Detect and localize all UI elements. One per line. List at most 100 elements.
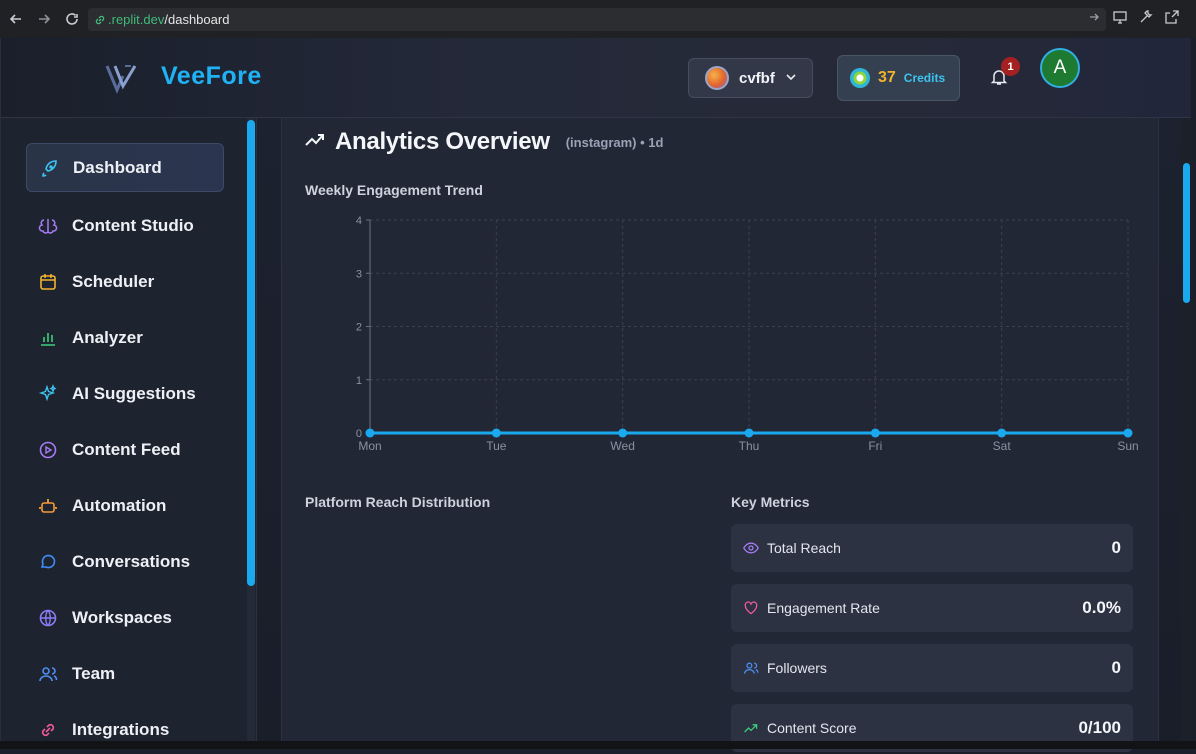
data-point	[491, 428, 501, 438]
chevron-down-icon	[785, 70, 797, 87]
metric-card-total-reach: Total Reach 0	[731, 524, 1133, 572]
sidebar: Dashboard Content Studio Scheduler Analyzer…	[1, 118, 257, 741]
wrench-icon[interactable]	[1138, 9, 1154, 30]
metric-card-engagement-rate: Engagement Rate 0.0%	[731, 584, 1133, 632]
address-bar[interactable]: .replit.dev/dashboard	[88, 8, 1106, 31]
brain-icon	[38, 216, 58, 236]
forward-icon[interactable]	[32, 7, 56, 31]
sidebar-item-label: Team	[72, 663, 116, 683]
metric-label: Content Score	[767, 720, 857, 736]
bot-icon	[38, 496, 58, 516]
sidebar-item-label: Integrations	[72, 719, 170, 739]
bar-chart-icon	[38, 328, 58, 348]
workspace-name: cvfbf	[739, 69, 775, 87]
data-point	[744, 428, 754, 438]
browser-toolbar: .replit.dev/dashboard	[0, 0, 1196, 38]
sidebar-item-analyzer[interactable]: Analyzer	[26, 313, 224, 362]
sidebar-item-label: Dashboard	[73, 157, 162, 177]
rocket-icon	[39, 158, 59, 178]
trending-up-icon	[305, 133, 325, 152]
external-link-icon[interactable]	[1164, 9, 1180, 30]
page-title: Analytics Overview	[335, 128, 550, 155]
link-icon	[38, 720, 58, 740]
credits-label: Credits	[903, 71, 946, 85]
monitor-icon[interactable]	[1112, 9, 1128, 30]
coin-icon	[850, 68, 870, 88]
y-tick-label: 4	[356, 215, 362, 227]
link-icon	[95, 15, 105, 24]
workspace-avatar	[705, 66, 729, 90]
x-tick-label: Sat	[993, 439, 1012, 453]
sidebar-item-scheduler[interactable]: Scheduler	[26, 257, 224, 306]
heart-icon	[743, 600, 759, 616]
chat-icon	[38, 552, 58, 572]
x-tick-label: Sun	[1117, 439, 1138, 453]
credits-badge[interactable]: 37 Credits	[837, 55, 960, 101]
x-tick-label: Wed	[610, 439, 634, 453]
data-point	[365, 428, 375, 438]
sidebar-scrollbar-thumb[interactable]	[247, 120, 255, 586]
weekly-engagement-label: Weekly Engagement Trend	[305, 182, 483, 198]
notification-badge: 1	[1001, 57, 1020, 76]
sidebar-item-content-studio[interactable]: Content Studio	[26, 201, 224, 250]
sidebar-item-ai-suggestions[interactable]: AI Suggestions	[26, 369, 224, 418]
data-point	[870, 428, 880, 438]
page-scrollbar-thumb[interactable]	[1183, 163, 1190, 303]
play-circle-icon	[38, 440, 58, 460]
sidebar-item-label: Conversations	[72, 551, 191, 571]
data-point	[618, 428, 628, 438]
metric-label: Total Reach	[767, 540, 841, 556]
x-tick-label: Mon	[358, 439, 381, 453]
url-path: /dashboard	[164, 12, 230, 27]
sidebar-item-workspaces[interactable]: Workspaces	[26, 593, 224, 642]
sidebar-item-label: Content Feed	[72, 439, 181, 459]
x-tick-label: Thu	[739, 439, 760, 453]
trending-up-icon	[743, 720, 759, 736]
sidebar-item-label: Automation	[72, 495, 167, 515]
metric-label: Engagement Rate	[767, 600, 880, 616]
users-icon	[38, 664, 58, 684]
veefore-logo[interactable]	[105, 60, 141, 96]
workspace-selector[interactable]: cvfbf	[688, 58, 813, 98]
eye-icon	[743, 540, 759, 556]
weekly-engagement-chart: 01234Mon Tue Wed Thu Fri Sat Sun	[356, 215, 1139, 453]
back-icon[interactable]	[4, 7, 28, 31]
sidebar-item-label: Content Studio	[72, 215, 194, 235]
data-point	[1123, 428, 1133, 438]
reload-icon[interactable]	[60, 7, 84, 31]
go-arrow-icon[interactable]	[1088, 11, 1100, 26]
analytics-header: Analytics Overview (instagram) • 1d	[305, 128, 663, 156]
sidebar-item-conversations[interactable]: Conversations	[26, 537, 224, 586]
users-icon	[743, 660, 759, 676]
url-host: .replit.dev	[108, 12, 165, 27]
metric-value: 0	[1111, 658, 1121, 677]
app-header: VeeFore cvfbf 37 Credits 1 A	[1, 38, 1191, 118]
sidebar-item-label: Scheduler	[72, 271, 155, 291]
sidebar-item-dashboard[interactable]: Dashboard	[26, 143, 224, 192]
y-tick-label: 3	[356, 268, 362, 280]
sidebar-item-team[interactable]: Team	[26, 649, 224, 698]
key-metrics-label: Key Metrics	[731, 494, 810, 510]
data-point	[997, 428, 1007, 438]
sparkles-icon	[38, 383, 58, 404]
y-tick-label: 1	[356, 375, 362, 387]
metric-label: Followers	[767, 660, 827, 676]
globe-icon	[38, 608, 58, 628]
calendar-icon	[38, 272, 58, 292]
metric-card-followers: Followers 0	[731, 644, 1133, 692]
sidebar-item-label: Workspaces	[72, 607, 172, 627]
x-tick-label: Tue	[486, 439, 507, 453]
platform-reach-label: Platform Reach Distribution	[305, 494, 491, 510]
sidebar-item-label: AI Suggestions	[72, 383, 196, 403]
metric-value: 0/100	[1078, 718, 1121, 737]
sidebar-item-label: Analyzer	[72, 327, 143, 347]
x-tick-label: Fri	[868, 439, 882, 453]
sidebar-item-automation[interactable]: Automation	[26, 481, 224, 530]
user-avatar[interactable]: A	[1040, 48, 1080, 88]
window-bottom-edge	[0, 741, 1196, 749]
metric-value: 0	[1111, 538, 1121, 557]
brand-name: VeeFore	[161, 62, 262, 90]
platform-period: (instagram) • 1d	[565, 134, 664, 150]
sidebar-item-content-feed[interactable]: Content Feed	[26, 425, 224, 474]
metric-value: 0.0%	[1082, 598, 1121, 617]
